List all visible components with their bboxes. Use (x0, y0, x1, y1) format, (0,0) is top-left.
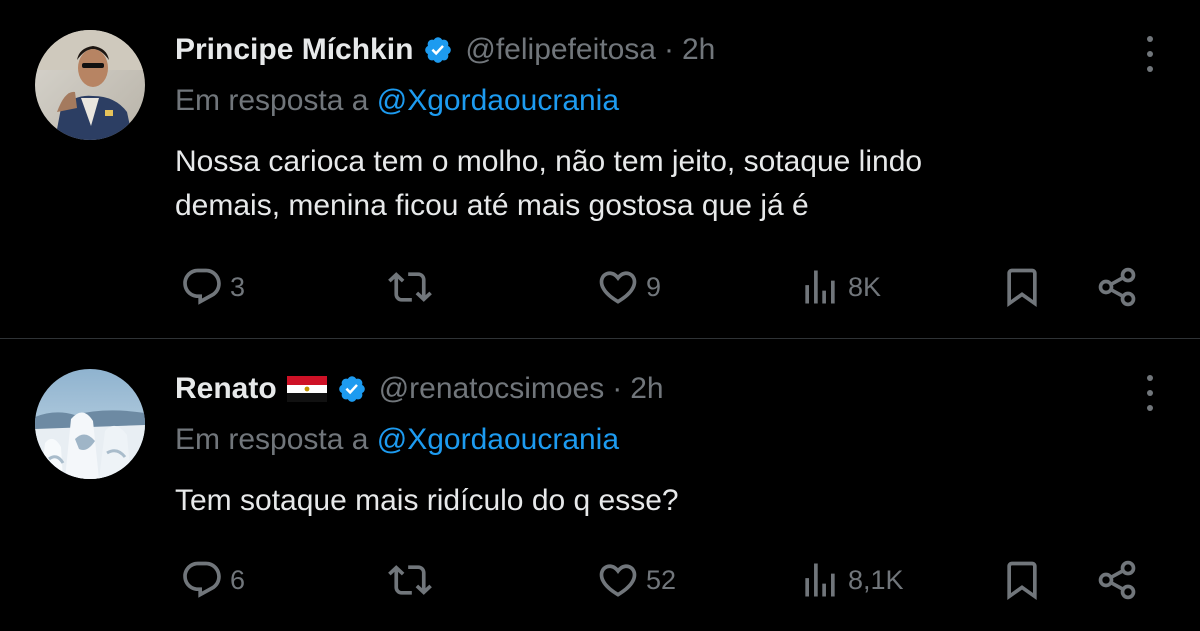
tweet-text: Tem sotaque mais ridículo do q esse? (175, 479, 1135, 523)
views-button[interactable]: 8,1K (798, 555, 904, 605)
action-bar: 3 9 8K (0, 262, 1200, 312)
tweet-header: Principe Míchkin @felipefeitosa · 2h (175, 28, 715, 72)
reply-count: 3 (230, 271, 246, 302)
reply-button[interactable]: 6 (180, 555, 245, 605)
more-options-icon[interactable] (1138, 375, 1162, 411)
tweet-header: Renato @renatocsimoes · 2h (175, 367, 664, 411)
bookmark-button[interactable] (1000, 555, 1044, 605)
reply-mention-link[interactable]: @Xgordaoucrania (377, 423, 619, 456)
reply-prefix: Em resposta a (175, 423, 369, 456)
like-count: 52 (646, 564, 677, 595)
views-icon (805, 270, 835, 304)
retweet-icon (388, 565, 432, 595)
like-button[interactable]: 52 (596, 555, 676, 605)
tweet-text-line: Tem sotaque mais ridículo do q esse? (175, 484, 679, 517)
bookmark-button[interactable] (1000, 262, 1044, 312)
heart-icon (599, 271, 637, 304)
reply-tweet[interactable]: Renato @renatocsimoes · 2h Em resposta a… (0, 339, 1200, 631)
reply-icon (183, 561, 221, 598)
timestamp[interactable]: 2h (682, 33, 715, 67)
egypt-flag-icon (286, 376, 327, 402)
separator-dot: · (663, 33, 674, 66)
reply-icon (183, 268, 221, 305)
retweet-icon (388, 272, 432, 302)
reply-count: 6 (230, 564, 246, 595)
bookmark-icon (1007, 268, 1037, 308)
avatar[interactable] (35, 369, 145, 479)
separator-dot: · (612, 372, 623, 405)
like-count: 9 (646, 271, 662, 302)
tweet-text-line: demais, menina ficou até mais gostosa qu… (175, 189, 809, 222)
timestamp[interactable]: 2h (630, 372, 663, 406)
tweet-text: Nossa carioca tem o molho, não tem jeito… (175, 140, 1135, 228)
reply-feed: Principe Míchkin @felipefeitosa · 2h Em … (0, 0, 1200, 631)
share-icon (1098, 560, 1136, 600)
views-count: 8K (848, 271, 882, 302)
views-button[interactable]: 8K (798, 262, 881, 312)
verified-badge-icon (337, 374, 367, 404)
bookmark-icon (1007, 561, 1037, 601)
reply-tweet[interactable]: Principe Míchkin @felipefeitosa · 2h Em … (0, 0, 1200, 338)
views-count: 8,1K (848, 564, 904, 595)
more-options-icon[interactable] (1138, 36, 1162, 72)
like-button[interactable]: 9 (596, 262, 661, 312)
share-button[interactable] (1095, 555, 1139, 605)
share-button[interactable] (1095, 262, 1139, 312)
avatar[interactable] (35, 30, 145, 140)
reply-mention-link[interactable]: @Xgordaoucrania (377, 84, 619, 117)
reply-button[interactable]: 3 (180, 262, 245, 312)
handle[interactable]: @renatocsimoes (379, 372, 605, 406)
display-name[interactable]: Renato (175, 372, 277, 406)
reply-prefix: Em resposta a (175, 84, 369, 117)
heart-icon (599, 564, 637, 597)
handle[interactable]: @felipefeitosa (465, 33, 656, 67)
retweet-button[interactable] (388, 262, 432, 312)
retweet-button[interactable] (388, 555, 432, 605)
share-icon (1098, 267, 1136, 307)
views-icon (805, 563, 835, 597)
reply-context: Em resposta a @Xgordaoucrania (175, 84, 619, 118)
reply-context: Em resposta a @Xgordaoucrania (175, 423, 619, 457)
tweet-text-line: Nossa carioca tem o molho, não tem jeito… (175, 145, 923, 178)
verified-badge-icon (423, 35, 453, 65)
display-name[interactable]: Principe Míchkin (175, 33, 413, 67)
action-bar: 6 52 8,1K (0, 555, 1200, 605)
